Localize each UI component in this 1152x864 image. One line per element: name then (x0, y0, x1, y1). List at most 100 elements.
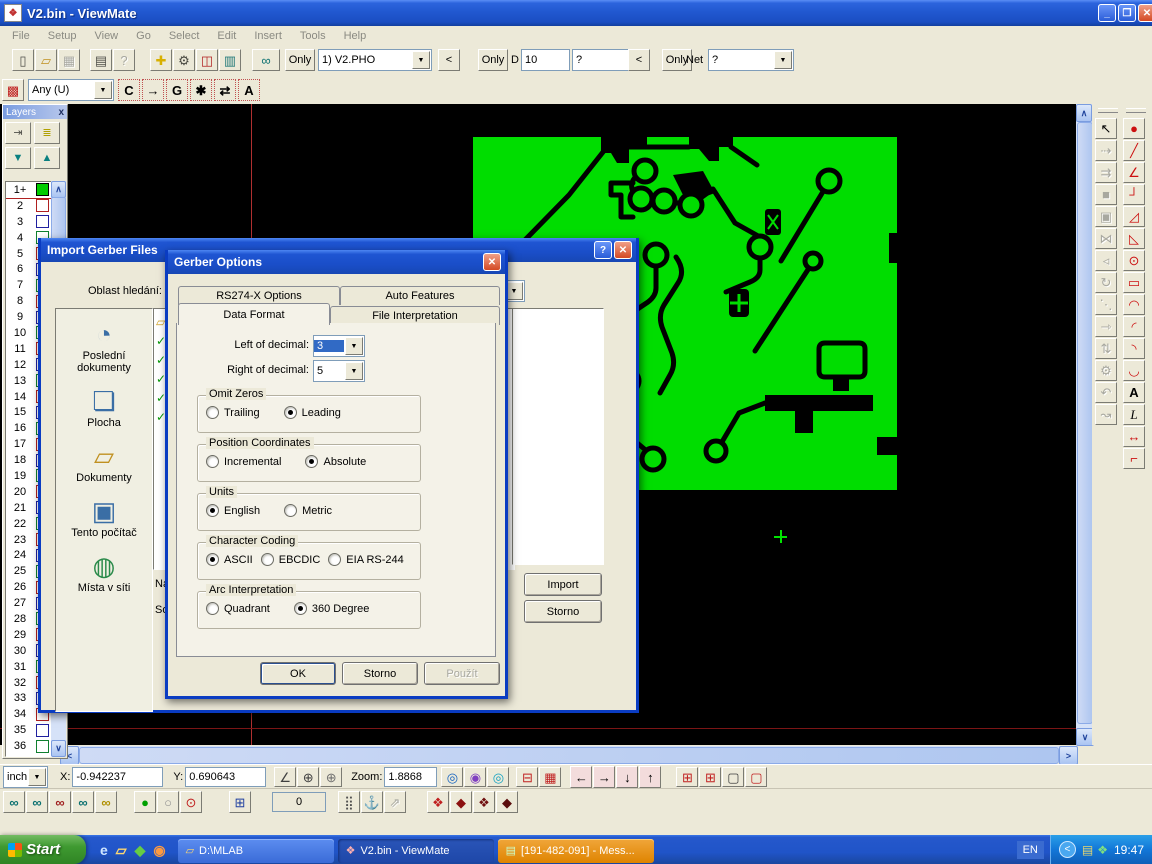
draw-triangle-tool[interactable]: ◺ (1123, 228, 1145, 249)
layer-dock-button[interactable]: ⇥ (5, 122, 31, 144)
draw-line-tool[interactable]: ╱ (1123, 140, 1145, 161)
close-icon[interactable]: x (58, 107, 64, 118)
view-traces-button[interactable]: ∞ (26, 791, 48, 813)
draw-polyline-tool[interactable]: ∠ (1123, 162, 1145, 183)
undo-tool[interactable]: ↶ (1095, 382, 1117, 403)
tools-button[interactable]: ⚙ (173, 49, 195, 71)
dimension-tool[interactable]: ↔ (1123, 426, 1145, 447)
layer-swatch[interactable] (36, 183, 49, 196)
title-bar[interactable]: ❖ V2.bin - ViewMate _ ❐ ✕ (0, 0, 1152, 26)
colors-button[interactable]: ▥ (219, 49, 241, 71)
select-points-button[interactable]: ▢ (745, 767, 767, 787)
view-dcodes-button[interactable]: ∞ (3, 791, 25, 813)
scroll-right-icon[interactable]: > (1059, 746, 1078, 765)
chevron-down-icon[interactable]: ▼ (345, 362, 363, 380)
clock[interactable]: 19:47 (1114, 843, 1144, 857)
highlight-on-button[interactable]: ● (134, 791, 156, 813)
grid-full-button[interactable]: ▦ (539, 767, 561, 787)
layer-swatch[interactable] (36, 199, 49, 212)
anchor-button[interactable]: ⚓ (361, 791, 383, 813)
relative-origin-button[interactable]: ⊕ (320, 767, 342, 787)
layer-up-button[interactable]: ▲ (34, 147, 60, 169)
tab-auto-features[interactable]: Auto Features (340, 286, 500, 305)
layer-order-button[interactable]: ≣ (34, 122, 60, 144)
lamp-off-button[interactable]: ○ (157, 791, 179, 813)
gerber-dialog-titlebar[interactable]: Gerber Options ✕ (168, 250, 505, 274)
canvas-hscrollbar[interactable]: < > (60, 746, 1076, 763)
solid-fill-tool[interactable]: ▣ (1095, 206, 1117, 227)
menu-item[interactable]: Setup (40, 28, 85, 44)
zoom-grid-small-button[interactable]: ⊞ (676, 767, 698, 787)
scroll-up-icon[interactable]: ∧ (1076, 104, 1092, 122)
pan-down-button[interactable]: ↓ (616, 766, 638, 788)
tile-window-button[interactable]: ⊞ (229, 791, 251, 813)
layer-swatch[interactable] (36, 215, 49, 228)
radio-option[interactable]: Metric (284, 504, 332, 517)
menu-item[interactable]: View (86, 28, 126, 44)
draw-fan-tool[interactable]: ◿ (1123, 206, 1145, 227)
language-indicator[interactable]: EN (1017, 841, 1044, 859)
radio-option[interactable]: Leading (284, 406, 341, 419)
view-fill-button[interactable]: ∞ (95, 791, 117, 813)
vscrollbar-thumb[interactable] (1077, 122, 1093, 724)
radio-option[interactable]: Incremental (206, 455, 281, 468)
layer-row[interactable]: 36 (6, 738, 52, 754)
draw-arc-cw-tool[interactable]: ◜ (1123, 316, 1145, 337)
align-tool[interactable]: ⇅ (1095, 338, 1117, 359)
zoom-field[interactable]: 1.8868 (384, 767, 437, 787)
quicklaunch-firefox-icon[interactable]: ◉ (153, 843, 165, 857)
pattern-solid-button[interactable]: ◆ (450, 791, 472, 813)
mirror-tool[interactable]: ⋈ (1095, 228, 1117, 249)
chevron-down-icon[interactable]: ▼ (28, 768, 46, 786)
quicklaunch-book-icon[interactable]: ◆ (135, 843, 146, 857)
dot-grid-button[interactable]: ⣿ (338, 791, 360, 813)
only-layer-button[interactable]: Only (285, 49, 315, 71)
pattern-fill-button[interactable]: ◆ (496, 791, 518, 813)
layer-swatch[interactable] (36, 740, 49, 753)
dcode-film-button[interactable]: ◫ (196, 49, 218, 71)
close-button[interactable]: ✕ (614, 241, 632, 259)
chevron-down-icon[interactable]: ▼ (774, 51, 792, 69)
draw-arc-ccw-tool[interactable]: ◝ (1123, 338, 1145, 359)
draw-text-tool[interactable]: A (1123, 382, 1145, 403)
trace-edit-tool[interactable]: ↝ (1095, 404, 1117, 425)
left-of-decimal-combo[interactable]: 3 ▼ (313, 335, 365, 357)
save-button[interactable]: ▦ (58, 49, 80, 71)
view-outline-button[interactable]: ∞ (72, 791, 94, 813)
radio-option[interactable]: 360 Degree (294, 602, 370, 615)
close-button[interactable]: ✕ (483, 253, 501, 271)
task-dmlab[interactable]: ▱ D:\MLAB (178, 839, 334, 863)
only-dcode-button[interactable]: Only (478, 49, 508, 71)
select-mode-button[interactable]: ▩ (2, 79, 24, 101)
skew-tool[interactable]: ◃ (1095, 250, 1117, 271)
chevron-down-icon[interactable]: ▼ (412, 51, 430, 69)
print-button[interactable]: ▤ (90, 49, 112, 71)
minimize-button[interactable]: _ (1098, 4, 1116, 22)
move-vertex-tool[interactable]: ⇾ (1095, 316, 1117, 337)
chevron-down-icon[interactable]: ▼ (94, 81, 112, 99)
pan-left-button[interactable]: ← (570, 766, 592, 788)
restore-button[interactable]: ❐ (1118, 4, 1136, 22)
measure-button[interactable]: ∞ (252, 49, 280, 71)
radio-option[interactable]: EIA RS-244 (328, 553, 403, 566)
place-computer[interactable]: ▣ Tento počítač (59, 498, 149, 539)
layer-row[interactable]: 2 (6, 198, 52, 214)
menu-item[interactable]: Go (128, 28, 159, 44)
pan-right-button[interactable]: → (593, 766, 615, 788)
place-recent-documents[interactable]: ◔ Poslední dokumenty (59, 321, 149, 374)
place-desktop[interactable]: ❏ Plocha (59, 388, 149, 429)
menu-item[interactable]: File (4, 28, 38, 44)
move-tool[interactable]: ⇢ (1095, 140, 1117, 161)
apply-button[interactable]: Použít (424, 662, 500, 685)
menu-item[interactable]: Select (161, 28, 208, 44)
unit-combo[interactable]: inch ▼ (3, 766, 48, 788)
layer-row[interactable]: 3 (6, 214, 52, 230)
task-viewmate[interactable]: ❖ V2.bin - ViewMate (338, 839, 494, 863)
context-help-button[interactable]: ? (113, 49, 135, 71)
goto-button[interactable]: → (142, 79, 164, 101)
quicklaunch-folder-icon[interactable]: ▱ (116, 843, 127, 857)
flash-pad-button[interactable]: ✚ (150, 49, 172, 71)
pattern-flash-button[interactable]: ❖ (427, 791, 449, 813)
previous-dcode-button[interactable]: < (628, 49, 650, 71)
zoom-in-button[interactable]: ◎ (441, 767, 463, 787)
